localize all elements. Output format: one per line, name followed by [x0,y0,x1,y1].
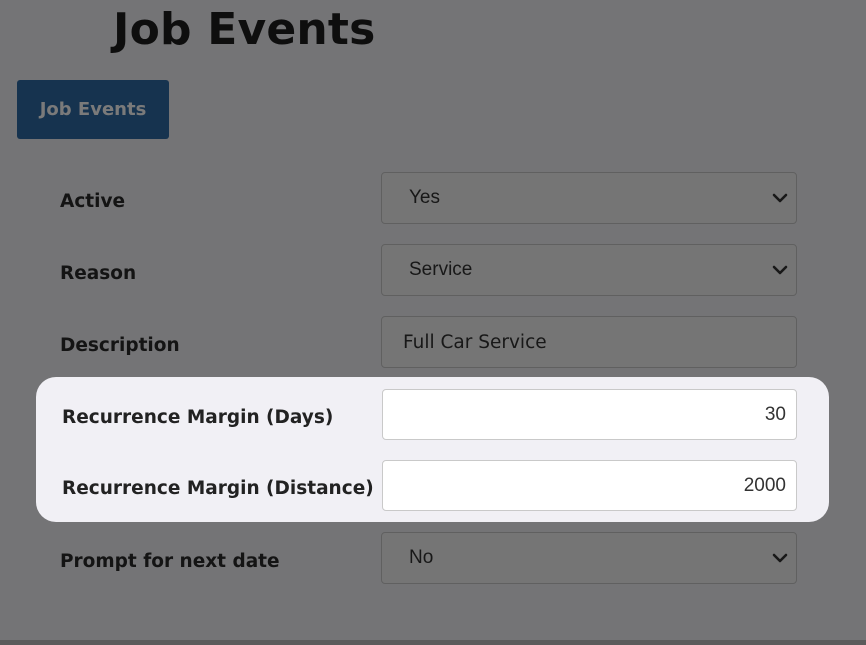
prompt-next-date-label: Prompt for next date [60,551,280,572]
recurrence-days-input[interactable] [382,389,797,440]
reason-select-value: Service [409,259,473,280]
job-events-page: Job Events Job Events Active Yes Reason … [0,0,866,645]
chevron-down-icon [772,193,788,203]
active-label: Active [60,191,126,212]
recurrence-distance-label: Recurrence Margin (Distance) [62,478,374,499]
prompt-next-date-value: No [409,547,434,568]
description-input[interactable]: Full Car Service [381,316,797,368]
chevron-down-icon [772,265,788,275]
job-events-tab[interactable]: Job Events [17,80,169,139]
active-select-value: Yes [409,187,440,208]
bottom-divider [0,640,866,645]
description-label: Description [60,335,180,356]
prompt-next-date-select[interactable]: No [381,532,797,584]
page-title: Job Events [113,4,376,55]
recurrence-days-label: Recurrence Margin (Days) [62,407,334,428]
description-input-value: Full Car Service [403,331,547,353]
reason-label: Reason [60,263,137,284]
reason-select[interactable]: Service [381,244,797,296]
recurrence-distance-input[interactable] [382,460,797,511]
chevron-down-icon [772,553,788,563]
active-select[interactable]: Yes [381,172,797,224]
